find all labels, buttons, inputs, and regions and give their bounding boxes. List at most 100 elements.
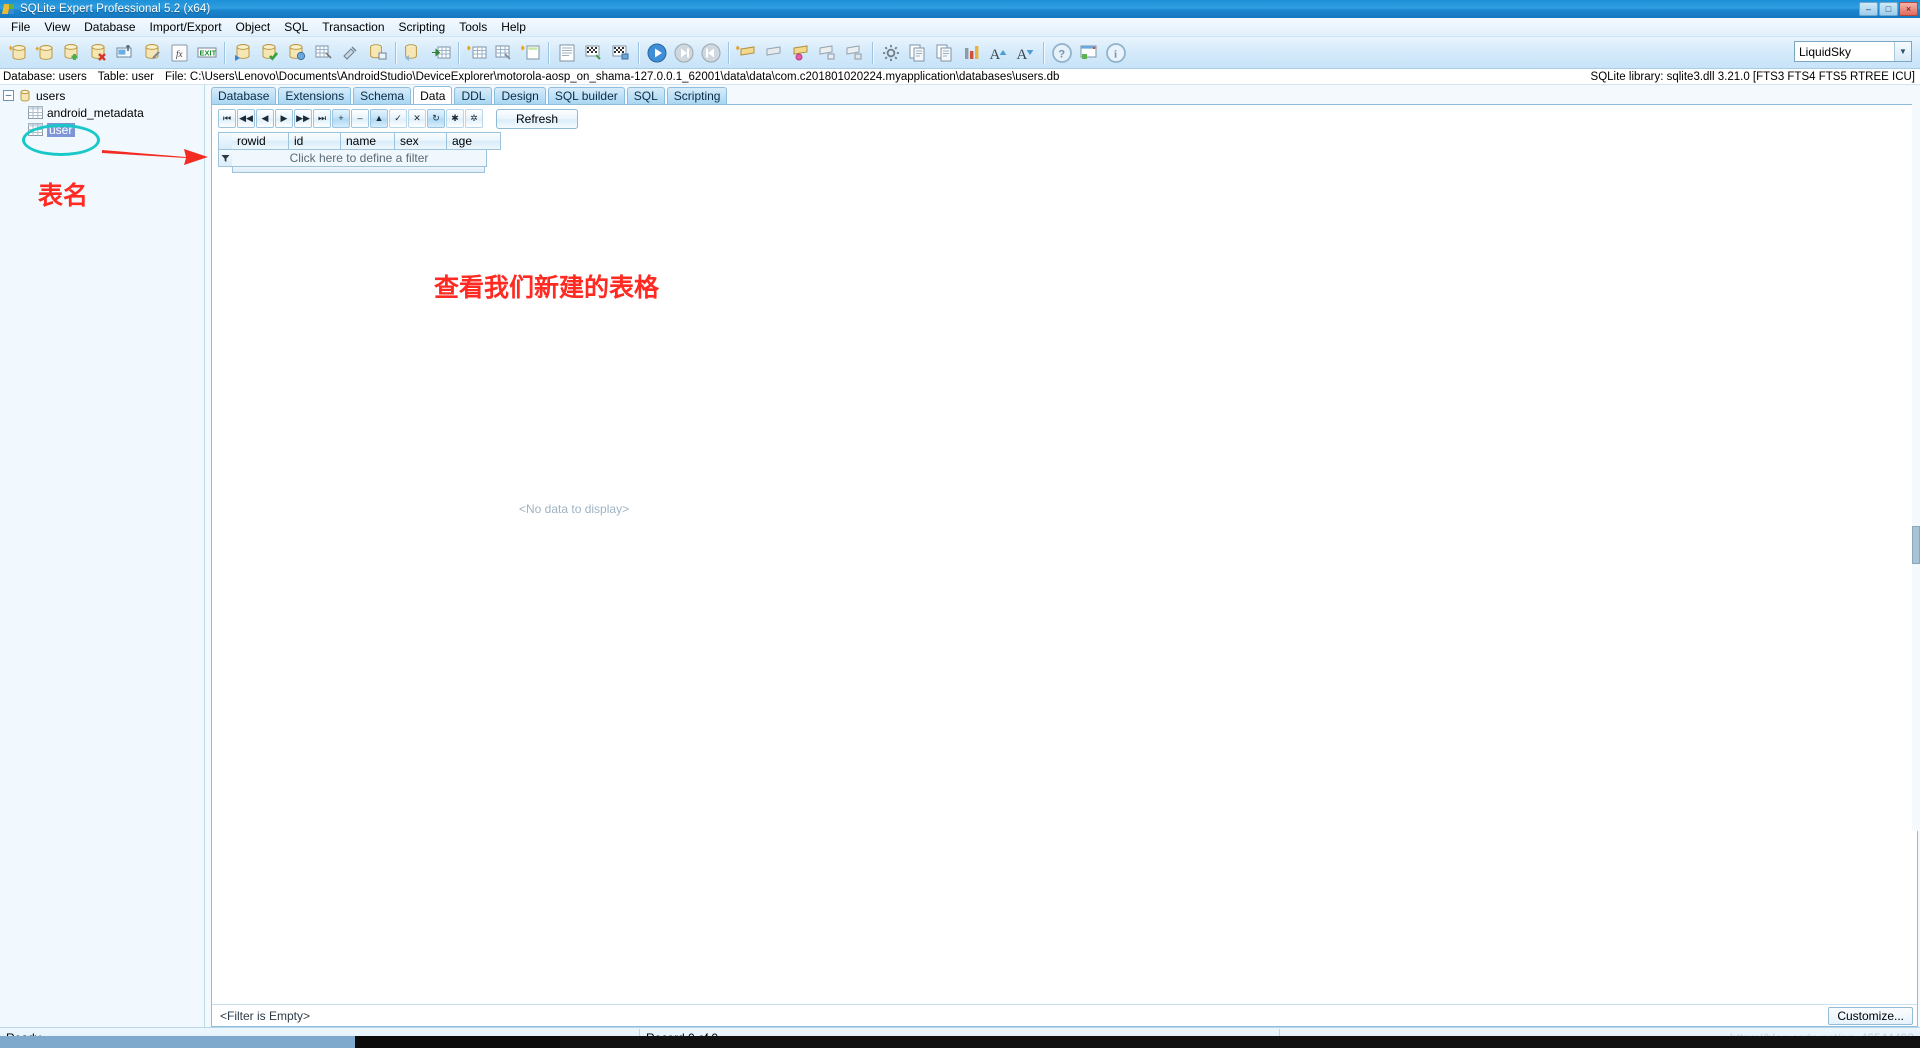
tree-node-table-user[interactable]: user: [0, 121, 204, 138]
filter-prompt[interactable]: Click here to define a filter: [232, 150, 487, 167]
tab-database[interactable]: Database: [211, 87, 277, 104]
set-null-icon[interactable]: ✱: [446, 109, 464, 128]
save-script-icon[interactable]: [607, 39, 634, 66]
backup-database-icon[interactable]: [283, 39, 310, 66]
grid-column-age[interactable]: age: [447, 132, 501, 150]
menu-tools[interactable]: Tools: [452, 18, 494, 37]
customize-button[interactable]: Customize...: [1828, 1006, 1913, 1025]
about-info-icon[interactable]: i: [1102, 39, 1129, 66]
filter-status-label[interactable]: <Filter is Empty>: [220, 1009, 310, 1023]
delete-record-icon[interactable]: –: [351, 109, 369, 128]
edit-table-icon[interactable]: [490, 39, 517, 66]
exit-icon[interactable]: EXIT: [193, 39, 220, 66]
tab-extensions[interactable]: Extensions: [278, 87, 352, 104]
compact-database-icon[interactable]: [139, 39, 166, 66]
menu-file[interactable]: File: [4, 18, 37, 37]
query-history-icon[interactable]: [841, 39, 868, 66]
window-scrollbar[interactable]: [1912, 96, 1920, 831]
filter-builder-icon[interactable]: [218, 150, 232, 167]
function-fx-icon[interactable]: fx: [166, 39, 193, 66]
insert-record-icon[interactable]: +: [332, 109, 350, 128]
tab-schema[interactable]: Schema: [353, 87, 412, 104]
scrollbar-thumb[interactable]: [1912, 526, 1920, 564]
export-table-icon[interactable]: [427, 39, 454, 66]
toolbar-group-database: fx EXIT: [4, 39, 220, 66]
grid-column-rowid[interactable]: rowid: [232, 132, 289, 150]
query-builder-icon[interactable]: [814, 39, 841, 66]
tab-strip: Database Extensions Schema Data DDL Desi…: [211, 85, 1918, 104]
next-page-icon[interactable]: ▶▶: [294, 109, 312, 128]
copy-table-icon[interactable]: [400, 39, 427, 66]
execute-icon[interactable]: [643, 39, 670, 66]
next-record-icon[interactable]: ▶: [275, 109, 293, 128]
tree-expander-icon[interactable]: –: [3, 90, 14, 101]
minimize-button[interactable]: –: [1859, 2, 1878, 16]
table-design-icon[interactable]: [310, 39, 337, 66]
new-view-icon[interactable]: [517, 39, 544, 66]
menu-transaction[interactable]: Transaction: [315, 18, 391, 37]
tree-node-table-android-metadata[interactable]: android_metadata: [0, 104, 204, 121]
menu-database[interactable]: Database: [77, 18, 142, 37]
stop-icon[interactable]: [697, 39, 724, 66]
new-table-icon[interactable]: [463, 39, 490, 66]
database-tools-icon[interactable]: [337, 39, 364, 66]
verify-database-icon[interactable]: [256, 39, 283, 66]
tab-design[interactable]: Design: [494, 87, 546, 104]
refresh-button[interactable]: Refresh: [496, 108, 578, 129]
tab-sql[interactable]: SQL: [626, 87, 665, 104]
toolbar-separator: [224, 41, 225, 64]
first-record-icon[interactable]: ⏮: [218, 109, 236, 128]
menu-sql[interactable]: SQL: [277, 18, 315, 37]
prior-record-icon[interactable]: ◀: [256, 109, 274, 128]
refresh-record-icon[interactable]: ↻: [427, 109, 445, 128]
tab-data[interactable]: Data: [413, 86, 453, 104]
clear-null-icon[interactable]: ✲: [465, 109, 483, 128]
last-record-icon[interactable]: ⏭: [313, 109, 331, 128]
run-script-icon[interactable]: [580, 39, 607, 66]
menu-object[interactable]: Object: [229, 18, 278, 37]
open-database-icon[interactable]: [31, 39, 58, 66]
font-increase-icon[interactable]: A: [985, 39, 1012, 66]
statistics-icon[interactable]: [958, 39, 985, 66]
maximize-button[interactable]: □: [1879, 2, 1898, 16]
menu-import-export[interactable]: Import/Export: [143, 18, 229, 37]
attach-database-icon[interactable]: [58, 39, 85, 66]
tab-ddl[interactable]: DDL: [454, 87, 493, 104]
options-gear-icon[interactable]: [877, 39, 904, 66]
tree-node-label: user: [47, 122, 76, 137]
database-security-icon[interactable]: [364, 39, 391, 66]
menu-help[interactable]: Help: [494, 18, 533, 37]
register-icon[interactable]: [1075, 39, 1102, 66]
detach-database-icon[interactable]: [85, 39, 112, 66]
grid-column-id[interactable]: id: [289, 132, 341, 150]
sql-editor-icon[interactable]: [553, 39, 580, 66]
new-database-icon[interactable]: [4, 39, 31, 66]
copy-icon[interactable]: [904, 39, 931, 66]
save-query-icon[interactable]: [787, 39, 814, 66]
tree-node-database-users[interactable]: – users: [0, 87, 204, 104]
grid-column-sex[interactable]: sex: [395, 132, 447, 150]
post-edit-icon[interactable]: ✓: [389, 109, 407, 128]
step-icon[interactable]: [670, 39, 697, 66]
edit-record-icon[interactable]: ▲: [370, 109, 388, 128]
grid-column-name[interactable]: name: [341, 132, 395, 150]
new-query-icon[interactable]: [733, 39, 760, 66]
tab-scripting[interactable]: Scripting: [666, 87, 728, 104]
font-decrease-icon[interactable]: A: [1012, 39, 1039, 66]
grid-horizontal-scrollbar[interactable]: [232, 167, 485, 173]
database-properties-icon[interactable]: [112, 39, 139, 66]
menu-scripting[interactable]: Scripting: [392, 18, 453, 37]
menu-view[interactable]: View: [37, 18, 77, 37]
data-grid[interactable]: rowid id name sex age Click here to defi…: [212, 131, 1917, 1004]
prior-page-icon[interactable]: ◀◀: [237, 109, 255, 128]
open-query-icon[interactable]: [760, 39, 787, 66]
skin-selector[interactable]: LiquidSky ▼: [1794, 41, 1912, 62]
paste-icon[interactable]: [931, 39, 958, 66]
import-database-icon[interactable]: [229, 39, 256, 66]
chevron-down-icon[interactable]: ▼: [1894, 42, 1911, 61]
help-icon[interactable]: ?: [1048, 39, 1075, 66]
cancel-edit-icon[interactable]: ✕: [408, 109, 426, 128]
tab-sql-builder[interactable]: SQL builder: [547, 87, 625, 104]
close-button[interactable]: ×: [1899, 2, 1918, 16]
grid-filter-row[interactable]: Click here to define a filter: [218, 150, 1917, 167]
